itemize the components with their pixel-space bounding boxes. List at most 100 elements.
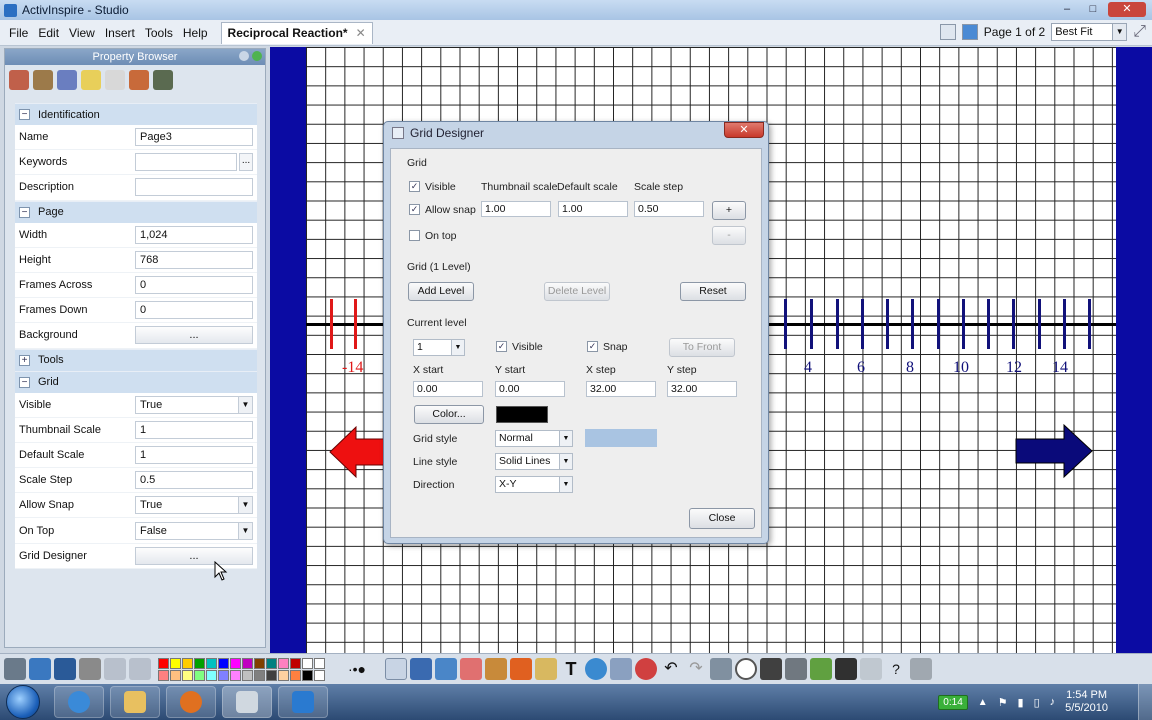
- taskbar-app[interactable]: [278, 686, 328, 718]
- scale-plus-button[interactable]: +: [712, 201, 746, 220]
- scale-minus-button[interactable]: -: [712, 226, 746, 245]
- menu-view[interactable]: View: [64, 26, 100, 40]
- menu-insert[interactable]: Insert: [100, 26, 140, 40]
- previous-page-icon[interactable]: [104, 658, 126, 680]
- color-swatch[interactable]: [230, 669, 241, 681]
- calculator-icon[interactable]: [860, 658, 882, 680]
- eraser-tool-icon[interactable]: [460, 658, 482, 680]
- color-swatch[interactable]: [206, 669, 217, 681]
- toolbox-settings-icon[interactable]: [910, 658, 932, 680]
- reset-button[interactable]: Reset: [680, 282, 746, 301]
- thumbnail-scale-input[interactable]: 1.00: [481, 201, 551, 217]
- menu-edit[interactable]: Edit: [33, 26, 64, 40]
- reset-page-icon[interactable]: [635, 658, 657, 680]
- panel-pin-icon[interactable]: [252, 51, 262, 61]
- color-swatch[interactable]: [194, 669, 205, 681]
- height-field[interactable]: 768: [135, 250, 253, 269]
- visible-select[interactable]: True ▼: [135, 395, 253, 414]
- fullscreen-icon[interactable]: ⤢: [1133, 23, 1146, 41]
- color-swatch[interactable]: [254, 669, 265, 681]
- color-swatch[interactable]: [266, 669, 277, 681]
- start-button[interactable]: [6, 685, 40, 719]
- resource-browser-icon[interactable]: [33, 70, 53, 90]
- menu-help[interactable]: Help: [178, 26, 213, 40]
- volume-icon[interactable]: ♪: [1050, 696, 1056, 708]
- action-browser-icon[interactable]: [129, 70, 149, 90]
- grid-designer-button[interactable]: ...: [135, 546, 253, 565]
- color-swatch[interactable]: [170, 657, 181, 669]
- recorder-icon[interactable]: [835, 658, 857, 680]
- color-swatch[interactable]: [254, 657, 265, 669]
- redo-icon[interactable]: ↷: [685, 658, 707, 680]
- color-swatch[interactable]: [496, 406, 548, 423]
- camera-icon[interactable]: [785, 658, 807, 680]
- battery-icon[interactable]: ▯: [1034, 696, 1040, 709]
- magic-ink-icon[interactable]: [610, 658, 632, 680]
- collapse-icon[interactable]: −: [19, 376, 30, 388]
- collapse-icon[interactable]: −: [19, 206, 30, 218]
- taskbar-ie[interactable]: [54, 686, 104, 718]
- delete-level-button[interactable]: Delete Level: [544, 282, 610, 301]
- default-scale-field[interactable]: 1: [135, 445, 253, 464]
- clock-icon[interactable]: [735, 658, 757, 680]
- color-swatch[interactable]: [302, 657, 313, 669]
- section-page[interactable]: − Page: [15, 200, 257, 223]
- desktop-annotate-icon[interactable]: [54, 658, 76, 680]
- scale-step-input[interactable]: 0.50: [634, 201, 704, 217]
- color-swatch[interactable]: [206, 657, 217, 669]
- main-menu-icon[interactable]: [4, 658, 26, 680]
- keywords-field[interactable]: [135, 153, 237, 172]
- marker-tool-icon[interactable]: [810, 658, 832, 680]
- color-swatch[interactable]: [158, 669, 169, 681]
- taskbar-explorer[interactable]: [110, 686, 160, 718]
- y-step-input[interactable]: 32.00: [667, 381, 737, 397]
- maximize-button[interactable]: □: [1082, 2, 1104, 17]
- undo-icon[interactable]: ↶: [660, 658, 682, 680]
- color-swatch[interactable]: [170, 669, 181, 681]
- direction-select[interactable]: X-Y ▼: [495, 476, 573, 493]
- color-button[interactable]: Color...: [414, 405, 484, 424]
- menu-file[interactable]: File: [4, 26, 33, 40]
- close-window-button[interactable]: ✕: [1108, 2, 1146, 17]
- select-tool-icon[interactable]: [385, 658, 407, 680]
- section-tools[interactable]: + Tools: [15, 348, 257, 371]
- on-top-select[interactable]: False ▼: [135, 521, 253, 540]
- scale-step-field[interactable]: 0.5: [135, 471, 253, 490]
- color-swatch[interactable]: [278, 669, 289, 681]
- help-icon[interactable]: ?: [885, 658, 907, 680]
- color-swatch[interactable]: [242, 669, 253, 681]
- taskbar-firefox[interactable]: [166, 686, 216, 718]
- visible-checkbox[interactable]: ✓: [409, 181, 420, 192]
- line-style-select[interactable]: Solid Lines ▼: [495, 453, 573, 470]
- on-top-checkbox[interactable]: [409, 230, 420, 241]
- voting-browser-icon[interactable]: [153, 70, 173, 90]
- highlighter-tool-icon[interactable]: [435, 658, 457, 680]
- red-arrow-left-icon[interactable]: [328, 425, 388, 479]
- collapse-icon[interactable]: −: [19, 109, 30, 120]
- frames-down-field[interactable]: 0: [135, 301, 253, 320]
- default-scale-input[interactable]: 1.00: [558, 201, 628, 217]
- pen-width-dots-icon[interactable]: ·•●: [332, 658, 382, 680]
- network-icon[interactable]: ▮: [1018, 696, 1024, 709]
- screen-shade-icon[interactable]: [760, 658, 782, 680]
- page-view-icon[interactable]: [961, 24, 978, 40]
- page-browser-icon[interactable]: [9, 70, 29, 90]
- add-level-button[interactable]: Add Level: [408, 282, 474, 301]
- dialog-close-button[interactable]: ✕: [724, 122, 764, 138]
- tools-icon[interactable]: [79, 658, 101, 680]
- to-front-button[interactable]: To Front: [669, 338, 735, 357]
- color-swatch[interactable]: [314, 669, 325, 681]
- section-grid[interactable]: − Grid: [15, 370, 257, 393]
- show-hidden-icons-icon[interactable]: ▲: [978, 697, 988, 708]
- recording-timer[interactable]: 0:14: [938, 694, 968, 710]
- color-swatch[interactable]: [218, 657, 229, 669]
- flag-icon[interactable]: ⚑: [998, 696, 1008, 709]
- zoom-select[interactable]: Best Fit ▼: [1051, 23, 1128, 41]
- object-browser-icon[interactable]: [57, 70, 77, 90]
- keywords-browse-button[interactable]: ...: [239, 153, 253, 172]
- color-swatch[interactable]: [194, 657, 205, 669]
- browsers-icon[interactable]: [29, 658, 51, 680]
- thumbnail-scale-field[interactable]: 1: [135, 420, 253, 439]
- y-start-input[interactable]: 0.00: [495, 381, 565, 397]
- page-sorter-icon[interactable]: [939, 24, 956, 40]
